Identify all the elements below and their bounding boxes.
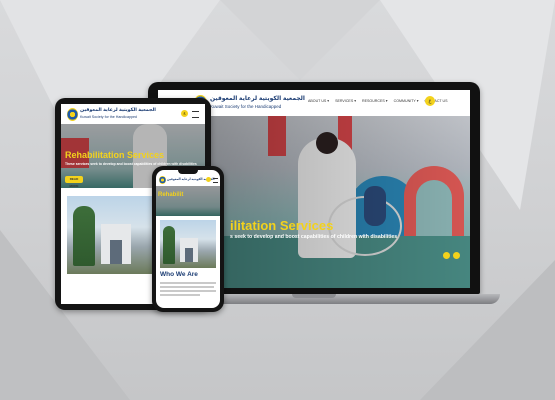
society-logo-icon[interactable] <box>67 108 78 121</box>
section-title: Who We Are <box>160 271 198 278</box>
language-toggle-button[interactable]: ع <box>181 110 188 117</box>
read-more-button[interactable]: READ MORE <box>65 176 83 188</box>
building-photo <box>160 220 216 268</box>
photo-detail <box>110 240 122 264</box>
brand-name-english: Kuwait Society for the Handicapped <box>80 115 137 119</box>
brand-name-arabic: الجمعية الكويتية لرعاية المعوقين <box>80 108 156 113</box>
hamburger-menu-icon[interactable] <box>213 178 218 183</box>
phone-screen: الجمعية الكويتية لرعاية المعوقين Rehabil… <box>156 170 220 308</box>
photo-detail <box>73 206 95 266</box>
photo-detail <box>163 226 175 264</box>
hero-title: Rehabilit <box>158 192 184 198</box>
nav-about-us[interactable]: ABOUT US ▾ <box>308 99 329 103</box>
society-logo-icon[interactable] <box>159 176 166 184</box>
nav-community[interactable]: COMMUNITY ▾ <box>394 99 419 103</box>
body-text-line <box>160 282 216 284</box>
photo-detail <box>185 248 193 262</box>
laptop-trackpad-notch <box>292 294 336 298</box>
body-text-line <box>160 286 214 288</box>
phone-notch <box>178 170 198 174</box>
hero-title: ilitation Services <box>230 218 334 233</box>
hero-overlay <box>156 186 220 216</box>
slider-prev-button[interactable] <box>443 252 450 259</box>
nav-services[interactable]: SERVICES ▾ <box>335 99 356 103</box>
building-photo <box>67 196 157 274</box>
body-text-line <box>160 290 216 292</box>
hamburger-menu-icon[interactable] <box>192 111 199 118</box>
hero-title: Rehabilitation Services <box>65 150 165 160</box>
language-toggle-button[interactable] <box>206 177 211 182</box>
brand-name-arabic: الجمعية الكويتية لرعاية المعوقين <box>210 96 305 102</box>
slider-next-button[interactable] <box>453 252 460 259</box>
body-text-line <box>160 294 200 296</box>
slider-controls <box>443 252 460 259</box>
brand-name-english: Kuwait Society for the Handicapped <box>210 104 282 109</box>
nav-resources[interactable]: RESOURCES ▾ <box>362 99 388 103</box>
hero-subtitle: s seek to develop and boost capabilities… <box>230 234 398 240</box>
language-toggle-button[interactable]: ع <box>425 96 435 106</box>
hero-banner <box>156 186 220 216</box>
